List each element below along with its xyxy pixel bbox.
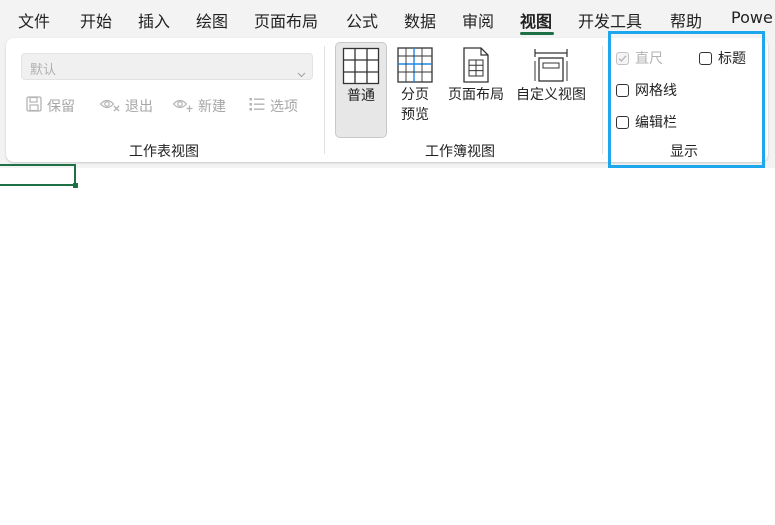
page-layout-icon [444, 45, 508, 85]
tab-review[interactable]: 审阅 [462, 8, 494, 32]
page-layout-view-button[interactable]: 页面布局 [444, 42, 508, 138]
gridlines-checkbox-box[interactable] [616, 83, 629, 97]
save-icon [25, 95, 43, 117]
exit-button[interactable]: 退出 [99, 94, 153, 118]
sheet-view-group-label: 工作表视图 [129, 144, 199, 160]
options-button[interactable]: 选项 [248, 94, 298, 118]
eye-exit-icon [99, 95, 121, 117]
options-button-label: 选项 [270, 99, 298, 115]
page-layout-view-label: 页面布局 [448, 87, 504, 103]
headings-checkbox-box[interactable] [699, 51, 712, 65]
tab-draw[interactable]: 绘图 [196, 8, 228, 32]
group-separator [324, 46, 325, 154]
grid-normal-icon [336, 46, 386, 86]
tab-view[interactable]: 视图 [520, 8, 552, 32]
tab-file[interactable]: 文件 [18, 8, 50, 32]
page-break-preview-icon [390, 45, 440, 85]
sheet-view-dropdown-value: 默认 [30, 63, 57, 78]
new-view-button-label: 新建 [198, 99, 226, 115]
new-view-button[interactable]: 新建 [172, 94, 226, 118]
chevron-down-icon [297, 63, 306, 82]
headings-checkbox-label: 标题 [718, 51, 746, 67]
keep-button-label: 保留 [47, 99, 75, 115]
normal-view-label: 普通 [347, 88, 375, 104]
menu-bar: 文件 开始 插入 绘图 页面布局 公式 数据 审阅 视图 开发工具 帮助 Pow… [0, 0, 775, 38]
custom-view-button[interactable]: 自定义视图 [512, 42, 590, 138]
headings-checkbox[interactable]: 标题 [699, 48, 746, 68]
formula-bar-checkbox-label: 编辑栏 [635, 115, 677, 131]
group-separator [602, 46, 603, 154]
show-group-label: 显示 [670, 144, 698, 160]
exit-button-label: 退出 [125, 99, 153, 115]
fill-handle[interactable] [73, 183, 78, 188]
tab-data[interactable]: 数据 [404, 8, 436, 32]
ruler-checkbox-label: 直尺 [635, 51, 663, 67]
keep-button[interactable]: 保留 [25, 94, 75, 118]
formula-bar-checkbox[interactable]: 编辑栏 [616, 112, 677, 132]
active-tab-indicator [520, 32, 554, 35]
page-break-preview-button[interactable]: 分页 预览 [390, 42, 440, 138]
workbook-view-group-label: 工作簿视图 [425, 144, 495, 160]
custom-view-label: 自定义视图 [516, 87, 586, 103]
tab-power[interactable]: Powe [731, 8, 773, 27]
tab-developer[interactable]: 开发工具 [578, 8, 642, 32]
sheet-view-dropdown[interactable]: 默认 [21, 53, 313, 80]
tab-help[interactable]: 帮助 [670, 8, 702, 32]
list-options-icon [248, 95, 266, 117]
normal-view-button[interactable]: 普通 [335, 42, 387, 138]
tab-home[interactable]: 开始 [80, 8, 112, 32]
gridlines-checkbox-label: 网格线 [635, 83, 677, 99]
formula-bar-checkbox-box[interactable] [616, 115, 629, 129]
page-break-preview-label-1: 分页 [401, 87, 429, 103]
ruler-checkbox[interactable]: 直尺 [616, 48, 663, 68]
selected-cell[interactable] [0, 164, 76, 186]
ribbon-view: 默认 保留 退出 新建 选项 工作表视图 普通 分页 预览 页面布局 自定义视图… [6, 38, 768, 162]
custom-view-icon [512, 45, 590, 85]
tab-insert[interactable]: 插入 [138, 8, 170, 32]
gridlines-checkbox[interactable]: 网格线 [616, 80, 677, 100]
eye-new-icon [172, 95, 194, 117]
tab-formulas[interactable]: 公式 [346, 8, 378, 32]
tab-page-layout[interactable]: 页面布局 [254, 8, 318, 32]
page-break-preview-label-2: 预览 [401, 107, 429, 123]
ruler-checkbox-box[interactable] [616, 51, 629, 65]
